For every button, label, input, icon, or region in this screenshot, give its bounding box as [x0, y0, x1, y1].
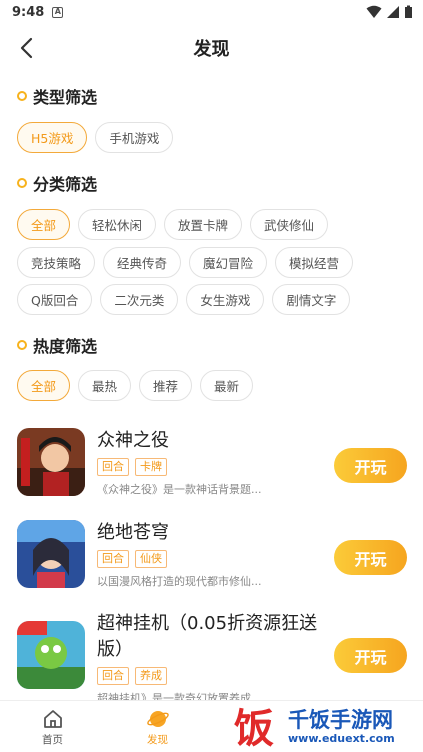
type-filter-heading: 类型筛选	[17, 84, 97, 108]
chip-category-legend[interactable]: 经典传奇	[103, 247, 182, 278]
watermark-text: 千饭手游网 www.eduext.com	[288, 708, 395, 745]
game-tags: 回合 仙侠	[97, 550, 322, 568]
game-description: 《众神之役》是一款神话背景题...	[97, 483, 262, 496]
status-time: 9:48	[12, 4, 45, 20]
chip-h5-games[interactable]: H5游戏	[17, 122, 88, 153]
chip-heat-recommended[interactable]: 推荐	[139, 370, 193, 401]
nav-home-label: 首页	[42, 733, 63, 746]
chip-category-wuxia[interactable]: 武侠修仙	[250, 209, 329, 240]
chip-heat-hottest[interactable]: 最热	[78, 370, 132, 401]
game-tags: 回合 养成	[97, 667, 322, 685]
game-icon	[17, 520, 85, 588]
back-button[interactable]	[12, 34, 40, 62]
nav-discover-label: 发现	[147, 733, 168, 746]
section-dot-icon	[17, 178, 27, 188]
game-tag: 养成	[135, 667, 167, 685]
chip-category-idle-card[interactable]: 放置卡牌	[164, 209, 243, 240]
type-filter-title: 类型筛选	[33, 88, 98, 107]
play-button[interactable]: 开玩	[334, 540, 407, 575]
game-tags: 回合 卡牌	[97, 458, 322, 476]
chip-category-female[interactable]: 女生游戏	[186, 284, 265, 315]
heat-filter-row: 全部 最热 推荐 最新	[17, 370, 254, 401]
game-thumbnail	[17, 621, 85, 689]
chip-category-story[interactable]: 剧情文字	[272, 284, 351, 315]
category-row-1: 全部 轻松休闲 放置卡牌 武侠修仙	[17, 209, 329, 240]
category-row-2: 竞技策略 经典传奇 魔幻冒险 模拟经营	[17, 247, 354, 278]
header: 发现	[0, 24, 423, 72]
play-button[interactable]: 开玩	[334, 448, 407, 483]
chip-category-simulation[interactable]: 模拟经营	[275, 247, 354, 278]
game-info: 超神挂机（0.05折资源狂送版） 回合 养成 超神挂机》是一款奇幻放置养成...	[97, 611, 322, 706]
battery-icon	[405, 5, 412, 18]
game-title: 绝地苍穹	[97, 522, 169, 543]
category-filter-title: 分类筛选	[33, 175, 98, 194]
watermark-logo: 饭	[234, 706, 274, 750]
heat-filter-heading: 热度筛选	[17, 333, 97, 357]
game-info: 绝地苍穹 回合 仙侠 以国漫风格打造的现代都市修仙...	[97, 520, 322, 589]
chip-heat-newest[interactable]: 最新	[200, 370, 254, 401]
chip-category-all[interactable]: 全部	[17, 209, 71, 240]
game-item[interactable]: 众神之役 回合 卡牌 《众神之役》是一款神话背景题... 开玩	[17, 428, 407, 508]
signal-icon	[387, 6, 399, 18]
game-description: 以国漫风格打造的现代都市修仙...	[97, 575, 262, 588]
type-filter-row: H5游戏 手机游戏	[17, 122, 174, 153]
nav-home[interactable]: 首页	[0, 701, 105, 752]
svg-text:饭: 饭	[234, 706, 274, 750]
watermark-url: www.eduext.com	[288, 731, 395, 745]
game-info: 众神之役 回合 卡牌 《众神之役》是一款神话背景题...	[97, 428, 322, 497]
chip-category-strategy[interactable]: 竞技策略	[17, 247, 96, 278]
play-button[interactable]: 开玩	[334, 638, 407, 673]
category-filter-heading: 分类筛选	[17, 171, 97, 195]
watermark-brand: 千饭手游网	[288, 707, 393, 732]
heat-filter-title: 热度筛选	[33, 337, 98, 356]
back-arrow-icon	[20, 37, 33, 59]
game-icon	[17, 428, 85, 496]
chip-category-fantasy[interactable]: 魔幻冒险	[189, 247, 268, 278]
wifi-icon	[366, 5, 382, 18]
game-tag: 卡牌	[135, 458, 167, 476]
game-tag: 回合	[97, 667, 129, 685]
chip-category-anime[interactable]: 二次元类	[100, 284, 179, 315]
nav-discover[interactable]: 发现	[105, 701, 210, 752]
section-dot-icon	[17, 340, 27, 350]
game-icon	[17, 621, 85, 689]
notification-icon: A	[52, 6, 64, 18]
status-bar: 9:48 A	[0, 0, 423, 24]
home-icon	[43, 709, 62, 728]
game-tag: 回合	[97, 458, 129, 476]
game-thumbnail	[17, 520, 85, 588]
section-dot-icon	[17, 91, 27, 101]
chip-heat-all[interactable]: 全部	[17, 370, 71, 401]
page-title: 发现	[193, 39, 230, 60]
game-item[interactable]: 绝地苍穹 回合 仙侠 以国漫风格打造的现代都市修仙... 开玩	[17, 520, 407, 600]
game-item[interactable]: 超神挂机（0.05折资源狂送版） 回合 养成 超神挂机》是一款奇幻放置养成...…	[17, 611, 407, 705]
chip-category-casual[interactable]: 轻松休闲	[78, 209, 157, 240]
chip-mobile-games[interactable]: 手机游戏	[95, 122, 174, 153]
planet-icon	[146, 710, 169, 727]
chip-category-qturn[interactable]: Q版回合	[17, 284, 93, 315]
watermark: 饭 千饭手游网 www.eduext.com	[232, 700, 423, 752]
game-tag: 仙侠	[135, 550, 167, 568]
game-tag: 回合	[97, 550, 129, 568]
status-icons	[366, 5, 413, 19]
game-title: 超神挂机（0.05折资源狂送版）	[97, 613, 318, 660]
game-thumbnail	[17, 428, 85, 496]
game-title: 众神之役	[97, 430, 169, 451]
category-row-3: Q版回合 二次元类 女生游戏 剧情文字	[17, 284, 351, 315]
